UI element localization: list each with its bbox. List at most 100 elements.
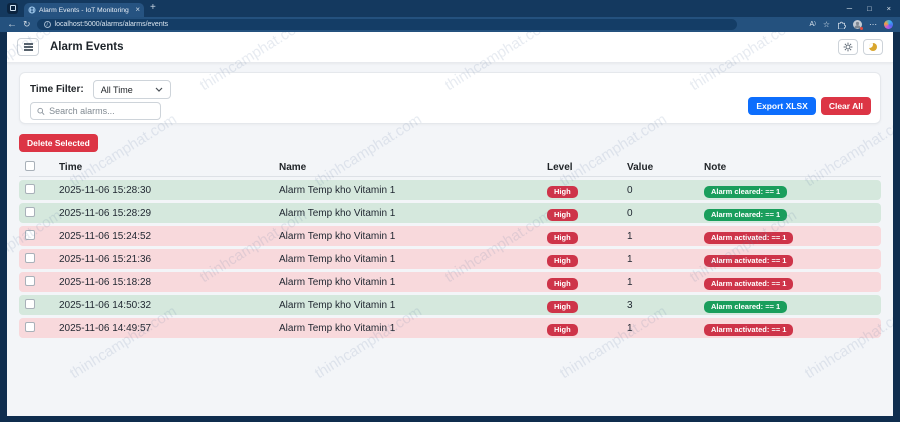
search-icon xyxy=(37,107,45,116)
gear-icon xyxy=(843,42,853,52)
table-header-row: Time Name Level Value Note xyxy=(19,158,881,177)
alarm-name: Alarm Temp kho Vitamin 1 xyxy=(279,231,547,242)
notification-dot xyxy=(860,27,864,31)
tab-close-icon[interactable]: × xyxy=(135,6,140,14)
profile-avatar[interactable] xyxy=(853,20,862,29)
alarm-time: 2025-11-06 14:50:32 xyxy=(59,300,279,311)
row-checkbox[interactable] xyxy=(25,230,35,240)
menu-button[interactable] xyxy=(17,38,39,56)
favorites-star-icon[interactable]: ☆ xyxy=(823,20,830,29)
column-header-note: Note xyxy=(704,162,881,173)
alarm-name: Alarm Temp kho Vitamin 1 xyxy=(279,300,547,311)
select-all-checkbox[interactable] xyxy=(25,161,35,171)
note-badge: Alarm cleared: == 1 xyxy=(704,209,787,222)
table-row: 2025-11-06 15:21:36Alarm Temp kho Vitami… xyxy=(19,249,881,269)
level-badge: High xyxy=(547,301,578,314)
alarm-time: 2025-11-06 15:24:52 xyxy=(59,231,279,242)
alarm-name: Alarm Temp kho Vitamin 1 xyxy=(279,208,547,219)
alarm-name: Alarm Temp kho Vitamin 1 xyxy=(279,185,547,196)
level-badge: High xyxy=(547,186,578,199)
column-header-value: Value xyxy=(627,162,704,173)
alarm-time: 2025-11-06 15:21:36 xyxy=(59,254,279,265)
maximize-button[interactable]: □ xyxy=(867,4,872,13)
alarm-value: 0 xyxy=(627,208,704,219)
alarm-time: 2025-11-06 15:28:30 xyxy=(59,185,279,196)
table-row: 2025-11-06 15:18:28Alarm Temp kho Vitami… xyxy=(19,272,881,292)
back-button[interactable]: ← xyxy=(7,20,17,30)
url-text: localhost:5000/alarms/alarms/events xyxy=(55,21,169,28)
hamburger-icon xyxy=(24,46,33,47)
alarm-name: Alarm Temp kho Vitamin 1 xyxy=(279,277,547,288)
time-filter-label: Time Filter: xyxy=(30,84,84,95)
site-info-icon[interactable]: i xyxy=(44,21,51,28)
alarm-name: Alarm Temp kho Vitamin 1 xyxy=(279,323,547,334)
column-header-level: Level xyxy=(547,162,627,173)
workspaces-icon[interactable] xyxy=(7,3,18,14)
note-badge: Alarm cleared: == 1 xyxy=(704,186,787,199)
column-header-name: Name xyxy=(279,162,547,173)
column-header-time: Time xyxy=(59,162,279,173)
alarm-value: 1 xyxy=(627,277,704,288)
row-checkbox[interactable] xyxy=(25,299,35,309)
alarm-value: 1 xyxy=(627,254,704,265)
clear-all-button[interactable]: Clear All xyxy=(821,97,871,115)
note-badge: Alarm activated: == 1 xyxy=(704,278,793,291)
table-row: 2025-11-06 15:28:30Alarm Temp kho Vitami… xyxy=(19,180,881,200)
delete-selected-button[interactable]: Delete Selected xyxy=(19,134,98,152)
app-header: Alarm Events xyxy=(7,32,893,63)
alarm-time: 2025-11-06 15:18:28 xyxy=(59,277,279,288)
level-badge: High xyxy=(547,209,578,222)
page: Alarm Events Time Filter: All Time Expor… xyxy=(7,32,893,416)
row-checkbox[interactable] xyxy=(25,184,35,194)
browser-navbar: ← ↻ i localhost:5000/alarms/alarms/event… xyxy=(0,17,900,32)
moon-icon xyxy=(869,43,877,51)
alarm-value: 1 xyxy=(627,231,704,242)
row-checkbox[interactable] xyxy=(25,207,35,217)
refresh-button[interactable]: ↻ xyxy=(23,20,31,29)
alarm-value: 0 xyxy=(627,185,704,196)
copilot-icon[interactable] xyxy=(884,20,893,29)
browser-titlebar: Alarm Events - IoT Monitoring × + ─ □ × xyxy=(0,0,900,17)
read-aloud-icon[interactable]: A) xyxy=(809,21,815,28)
browser-tab[interactable]: Alarm Events - IoT Monitoring × xyxy=(24,3,144,17)
alarm-name: Alarm Temp kho Vitamin 1 xyxy=(279,254,547,265)
theme-toggle-button[interactable] xyxy=(863,39,883,55)
alarm-time: 2025-11-06 14:49:57 xyxy=(59,323,279,334)
minimize-button[interactable]: ─ xyxy=(847,4,852,13)
row-checkbox[interactable] xyxy=(25,253,35,263)
alarm-table: Time Name Level Value Note 2025-11-06 15… xyxy=(19,158,881,338)
level-badge: High xyxy=(547,232,578,245)
browser-menu-icon[interactable]: ⋯ xyxy=(869,20,877,29)
alarm-value: 1 xyxy=(627,323,704,334)
level-badge: High xyxy=(547,255,578,268)
table-row: 2025-11-06 14:49:57Alarm Temp kho Vitami… xyxy=(19,318,881,338)
time-filter-value: All Time xyxy=(101,85,133,95)
note-badge: Alarm activated: == 1 xyxy=(704,324,793,337)
row-checkbox[interactable] xyxy=(25,322,35,332)
chevron-down-icon xyxy=(155,87,163,92)
row-checkbox[interactable] xyxy=(25,276,35,286)
note-badge: Alarm activated: == 1 xyxy=(704,232,793,245)
page-title: Alarm Events xyxy=(50,41,124,53)
table-row: 2025-11-06 14:50:32Alarm Temp kho Vitami… xyxy=(19,295,881,315)
filter-card: Time Filter: All Time Export XLSX Clear … xyxy=(19,72,881,124)
tab-favicon-icon xyxy=(28,6,36,14)
close-button[interactable]: × xyxy=(887,4,891,13)
extensions-puzzle-icon[interactable] xyxy=(837,20,846,29)
search-box xyxy=(30,102,161,120)
settings-button[interactable] xyxy=(838,39,858,55)
time-filter-select[interactable]: All Time xyxy=(93,80,171,99)
export-xlsx-button[interactable]: Export XLSX xyxy=(748,97,815,115)
new-tab-button[interactable]: + xyxy=(150,2,156,13)
alarm-time: 2025-11-06 15:28:29 xyxy=(59,208,279,219)
search-input[interactable] xyxy=(49,106,154,116)
url-bar[interactable]: i localhost:5000/alarms/alarms/events xyxy=(37,19,737,30)
level-badge: High xyxy=(547,278,578,291)
table-row: 2025-11-06 15:24:52Alarm Temp kho Vitami… xyxy=(19,226,881,246)
alarm-value: 3 xyxy=(627,300,704,311)
tab-title: Alarm Events - IoT Monitoring xyxy=(39,7,132,14)
note-badge: Alarm activated: == 1 xyxy=(704,255,793,268)
level-badge: High xyxy=(547,324,578,337)
note-badge: Alarm cleared: == 1 xyxy=(704,301,787,314)
table-row: 2025-11-06 15:28:29Alarm Temp kho Vitami… xyxy=(19,203,881,223)
